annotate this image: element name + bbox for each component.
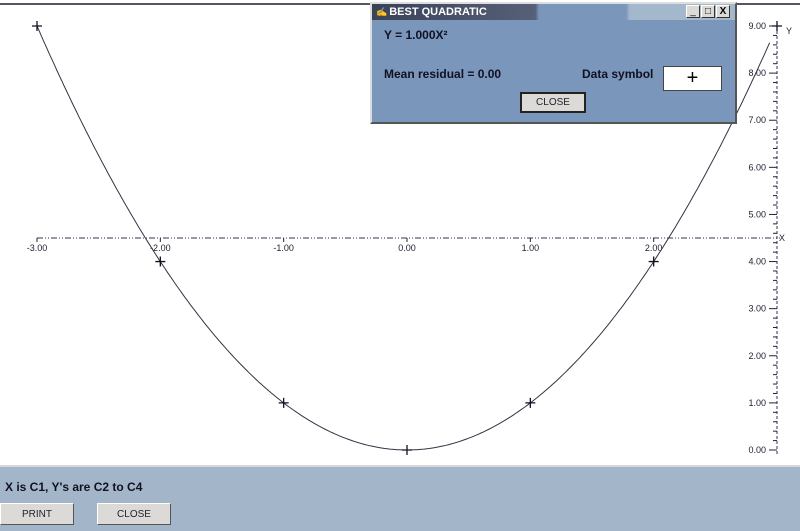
y-tick-label: 0.00 [748,445,766,455]
data-point [32,21,42,31]
equation-text: Y = 1.000X² [384,28,448,42]
y-tick-label: 3.00 [748,304,766,314]
y-tick-label: 5.00 [748,209,766,219]
print-button[interactable]: PRINT [0,503,74,525]
close-button[interactable]: CLOSE [97,503,171,525]
dialog-titlebar[interactable]: ✍ BEST QUADRATIC [372,4,735,20]
data-point [278,397,289,408]
data-point [402,445,412,455]
data-point [155,256,166,267]
dialog-title: BEST QUADRATIC [389,6,487,18]
status-text: X is C1, Y's are C2 to C4 [5,480,143,494]
y-tick-label: 1.00 [748,398,766,408]
data-point [648,256,659,267]
x-tick-label: -3.00 [27,243,48,253]
maximize-button[interactable]: □ [701,5,715,18]
app-icon: ✍ [376,6,388,17]
y-tick-label: 7.00 [748,115,766,125]
data-symbol-select[interactable]: + [663,66,722,91]
minimize-button[interactable]: _ [686,5,700,18]
data-point [772,21,782,31]
data-symbol-label: Data symbol [582,67,654,81]
x-tick-label: 0.00 [398,243,416,253]
x-axis-label: X [779,233,785,243]
x-tick-label: -2.00 [150,243,171,253]
y-tick-label: 2.00 [748,351,766,361]
data-point [525,397,536,408]
x-tick-label: -1.00 [273,243,294,253]
close-window-button[interactable]: X [716,5,730,18]
y-tick-label: 6.00 [748,162,766,172]
dialog-close-button[interactable]: CLOSE [520,92,586,113]
y-axis-label: Y [786,26,792,36]
y-tick-label: 9.00 [748,21,766,31]
y-tick-label: 4.00 [748,257,766,267]
x-tick-label: 1.00 [522,243,540,253]
mean-residual-text: Mean residual = 0.00 [384,67,502,81]
best-quadratic-dialog: ✍ BEST QUADRATIC _ □ X Y = 1.000X² Mean r… [370,2,737,124]
